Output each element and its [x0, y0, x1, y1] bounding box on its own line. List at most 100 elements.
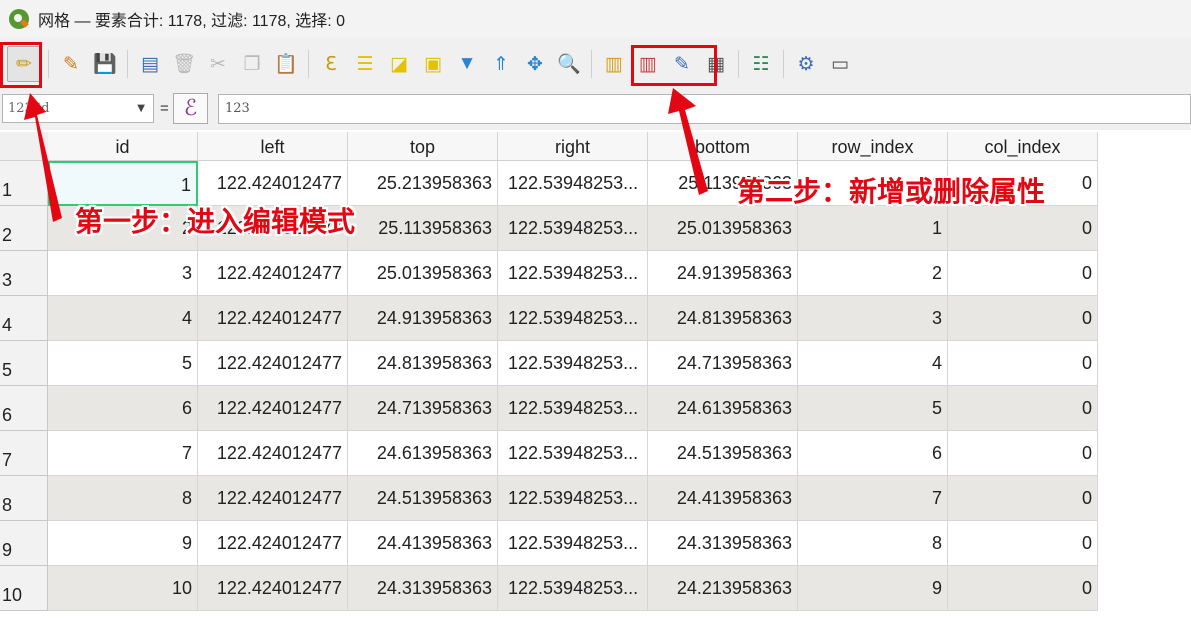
row-header[interactable]: 4 — [0, 296, 48, 341]
table-cell-top[interactable]: 25.013958363 — [348, 251, 498, 296]
table-cell-col_index[interactable]: 0 — [948, 566, 1098, 611]
row-header[interactable]: 5 — [0, 341, 48, 386]
table-cell-bottom[interactable]: 24.513958363 — [648, 431, 798, 476]
table-cell-bottom[interactable]: 24.213958363 — [648, 566, 798, 611]
paste-icon[interactable]: 📋 — [271, 47, 301, 81]
row-header[interactable]: 3 — [0, 251, 48, 296]
column-header-top[interactable]: top — [348, 132, 498, 160]
window-icon[interactable]: ▭ — [825, 47, 855, 81]
delete-feature-icon[interactable]: 🗑 — [169, 47, 199, 81]
table-cell-id[interactable]: 8 — [48, 476, 198, 521]
table-cell-bottom[interactable]: 24.813958363 — [648, 296, 798, 341]
column-header-row_index[interactable]: row_index — [798, 132, 948, 160]
table-cell-id[interactable]: 3 — [48, 251, 198, 296]
select-all-icon[interactable]: ☰ — [350, 47, 380, 81]
table-cell-top[interactable]: 25.213958363 — [348, 161, 498, 206]
column-header-right[interactable]: right — [498, 132, 648, 160]
column-header-bottom[interactable]: bottom — [648, 132, 798, 160]
table-cell-right[interactable]: 122.53948253... — [498, 161, 648, 206]
table-cell-col_index[interactable]: 0 — [948, 386, 1098, 431]
table-cell-right[interactable]: 122.53948253... — [498, 476, 648, 521]
table-cell-row_index[interactable]: 9 — [798, 566, 948, 611]
add-feature-icon[interactable]: ▤ — [135, 47, 165, 81]
copy-icon[interactable]: ❐ — [237, 47, 267, 81]
table-cell-id[interactable]: 5 — [48, 341, 198, 386]
row-header[interactable]: 8 — [0, 476, 48, 521]
table-cell-left[interactable]: 122.424012477 — [198, 566, 348, 611]
table-cell-id[interactable]: 4 — [48, 296, 198, 341]
table-cell-row_index[interactable]: 4 — [798, 341, 948, 386]
table-cell-bottom[interactable]: 24.613958363 — [648, 386, 798, 431]
row-header[interactable]: 2 — [0, 206, 48, 251]
filter-icon[interactable]: ▼ — [452, 47, 482, 81]
table-cell-row_index[interactable]: 6 — [798, 431, 948, 476]
actions-icon[interactable]: ⚙ — [791, 47, 821, 81]
pan-to-selected-icon[interactable]: ✥ — [520, 47, 550, 81]
table-cell-left[interactable]: 122.424012477 — [198, 251, 348, 296]
table-cell-bottom[interactable]: 24.313958363 — [648, 521, 798, 566]
table-cell-top[interactable]: 24.313958363 — [348, 566, 498, 611]
table-cell-bottom[interactable]: 24.713958363 — [648, 341, 798, 386]
multi-edit-icon[interactable]: ✎ — [56, 47, 86, 81]
row-header[interactable]: 10 — [0, 566, 48, 611]
zoom-to-selected-icon[interactable]: 🔍 — [554, 47, 584, 81]
expression-builder-button[interactable]: ℰ — [173, 93, 208, 124]
row-header[interactable]: 6 — [0, 386, 48, 431]
table-cell-left[interactable]: 122.424012477 — [198, 431, 348, 476]
select-by-expression-icon[interactable]: ℇ — [316, 47, 346, 81]
table-cell-top[interactable]: 24.513958363 — [348, 476, 498, 521]
table-cell-left[interactable]: 122.424012477 — [198, 476, 348, 521]
table-cell-top[interactable]: 24.613958363 — [348, 431, 498, 476]
save-edits-icon[interactable]: 💾 — [90, 47, 120, 81]
field-select-dropdown[interactable]: 123 id ▼ — [2, 94, 154, 123]
invert-selection-icon[interactable]: ◪ — [384, 47, 414, 81]
move-selection-top-icon[interactable]: ⇑ — [486, 47, 516, 81]
table-cell-id[interactable]: 7 — [48, 431, 198, 476]
table-cell-right[interactable]: 122.53948253... — [498, 521, 648, 566]
table-cell-right[interactable]: 122.53948253... — [498, 296, 648, 341]
table-cell-row_index[interactable]: 5 — [798, 386, 948, 431]
table-cell-row_index[interactable]: 3 — [798, 296, 948, 341]
header-corner[interactable] — [0, 132, 48, 160]
column-header-id[interactable]: id — [48, 132, 198, 160]
dock-icon[interactable]: ☷ — [746, 47, 776, 81]
column-header-left[interactable]: left — [198, 132, 348, 160]
table-cell-col_index[interactable]: 0 — [948, 251, 1098, 296]
row-header[interactable]: 7 — [0, 431, 48, 476]
table-cell-top[interactable]: 24.813958363 — [348, 341, 498, 386]
deselect-all-icon[interactable]: ▣ — [418, 47, 448, 81]
table-cell-right[interactable]: 122.53948253... — [498, 566, 648, 611]
table-cell-top[interactable]: 24.913958363 — [348, 296, 498, 341]
table-cell-id[interactable]: 6 — [48, 386, 198, 431]
table-cell-left[interactable]: 122.424012477 — [198, 296, 348, 341]
table-cell-row_index[interactable]: 7 — [798, 476, 948, 521]
new-field-icon[interactable]: ▥ — [599, 47, 629, 81]
table-cell-bottom[interactable]: 24.913958363 — [648, 251, 798, 296]
table-cell-right[interactable]: 122.53948253... — [498, 251, 648, 296]
row-header[interactable]: 1 — [0, 161, 48, 206]
table-cell-top[interactable]: 24.713958363 — [348, 386, 498, 431]
table-cell-right[interactable]: 122.53948253... — [498, 206, 648, 251]
table-cell-col_index[interactable]: 0 — [948, 341, 1098, 386]
table-cell-right[interactable]: 122.53948253... — [498, 431, 648, 476]
table-cell-col_index[interactable]: 0 — [948, 206, 1098, 251]
cut-icon[interactable]: ✂ — [203, 47, 233, 81]
column-header-col_index[interactable]: col_index — [948, 132, 1098, 160]
table-cell-id[interactable]: 10 — [48, 566, 198, 611]
table-cell-bottom[interactable]: 24.413958363 — [648, 476, 798, 521]
table-cell-right[interactable]: 122.53948253... — [498, 386, 648, 431]
row-header[interactable]: 9 — [0, 521, 48, 566]
table-cell-col_index[interactable]: 0 — [948, 431, 1098, 476]
table-cell-right[interactable]: 122.53948253... — [498, 341, 648, 386]
table-cell-left[interactable]: 122.424012477 — [198, 341, 348, 386]
table-cell-bottom[interactable]: 25.013958363 — [648, 206, 798, 251]
table-cell-col_index[interactable]: 0 — [948, 296, 1098, 341]
table-cell-top[interactable]: 24.413958363 — [348, 521, 498, 566]
table-cell-row_index[interactable]: 8 — [798, 521, 948, 566]
table-cell-col_index[interactable]: 0 — [948, 476, 1098, 521]
table-cell-row_index[interactable]: 1 — [798, 206, 948, 251]
table-cell-left[interactable]: 122.424012477 — [198, 386, 348, 431]
table-cell-col_index[interactable]: 0 — [948, 521, 1098, 566]
table-cell-row_index[interactable]: 2 — [798, 251, 948, 296]
table-cell-id[interactable]: 9 — [48, 521, 198, 566]
